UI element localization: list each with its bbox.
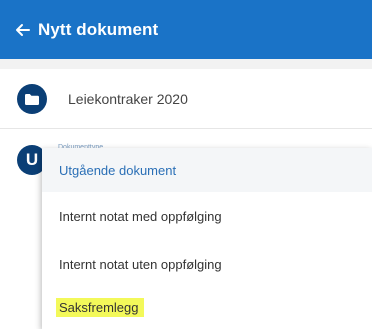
dropdown-option-utgaende-dokument[interactable]: Utgående dokument <box>42 148 372 192</box>
dropdown-option-label: Saksfremlegg <box>56 297 145 317</box>
document-name: Leiekontraker 2020 <box>68 91 188 107</box>
back-button[interactable] <box>12 20 32 40</box>
arrow-left-icon <box>16 23 30 36</box>
folder-icon <box>25 93 39 105</box>
app-bar: Nytt dokument <box>0 0 372 59</box>
dropdown-option-label: Internt notat med oppfølging <box>59 208 222 224</box>
dropdown-option-saksfremlegg[interactable]: Saksfremlegg <box>42 285 372 329</box>
document-row[interactable]: Leiekontraker 2020 <box>0 69 372 129</box>
document-avatar <box>17 84 47 114</box>
header-divider <box>0 59 372 69</box>
dropdown-option-label: Utgående dokument <box>59 162 177 178</box>
page-title: Nytt dokument <box>38 19 159 39</box>
dropdown-option-internt-notat-med-oppfolging[interactable]: Internt notat med oppfølging <box>42 194 372 238</box>
document-type-dropdown[interactable]: Utgående dokument Internt notat med oppf… <box>42 148 372 329</box>
dropdown-option-internt-notat-uten-oppfolging[interactable]: Internt notat uten oppfølging <box>42 242 372 286</box>
dropdown-option-label: Internt notat uten oppfølging <box>59 256 222 272</box>
